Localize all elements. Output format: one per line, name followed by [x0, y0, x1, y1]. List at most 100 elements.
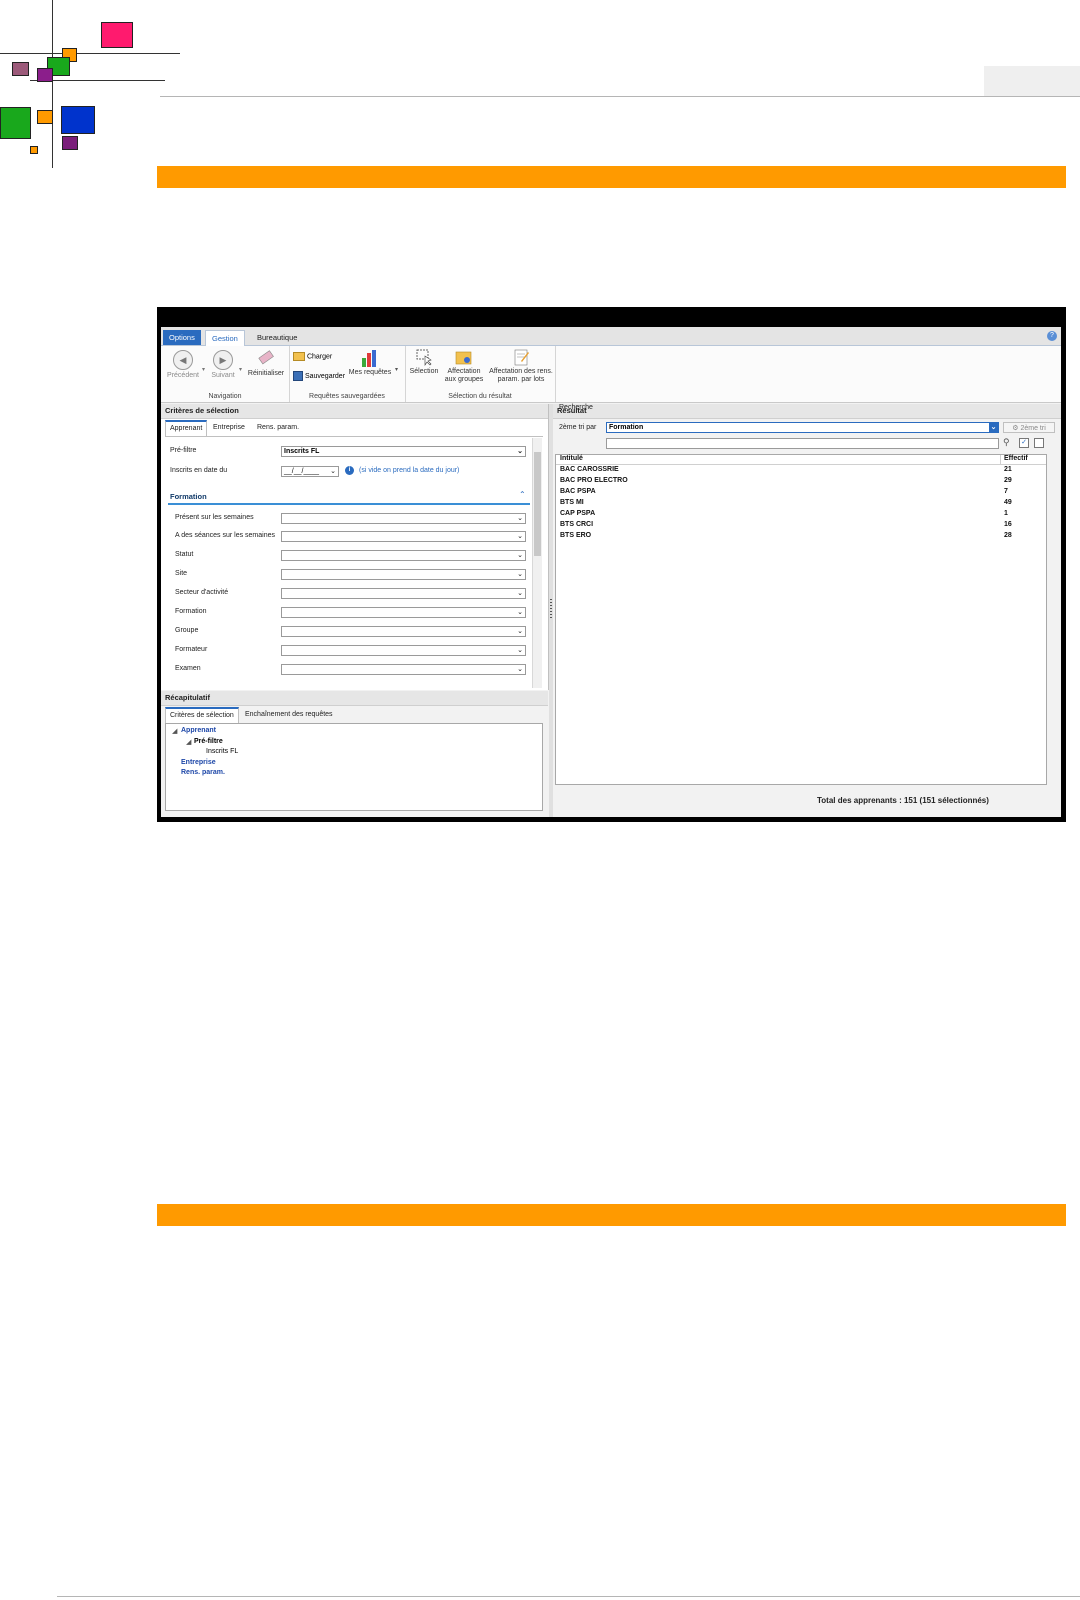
- app-screenshot-frame: Options Gestion Bureautique ? ◀ Précéden…: [157, 307, 1066, 822]
- mes-requetes-dropdown-icon[interactable]: ▾: [395, 366, 398, 373]
- tab-criteres-selection[interactable]: Critères de sélection: [165, 707, 239, 723]
- result-row-count[interactable]: 21: [1004, 466, 1012, 473]
- result-row-name[interactable]: BTS ERO: [560, 532, 591, 539]
- result-grid: Intitulé Effectif BAC CAROSSRIE 21 BAC PRO…: [555, 454, 1047, 785]
- gear-icon: ⚙: [1012, 425, 1019, 432]
- criteria-select[interactable]: ⌄: [281, 531, 526, 542]
- col-intitule[interactable]: Intitulé: [560, 455, 583, 462]
- header-gray-box: [984, 66, 1080, 96]
- criteria-select[interactable]: ⌄: [281, 550, 526, 561]
- prefiltre-select[interactable]: Inscrits FL ⌄: [281, 446, 526, 457]
- mes-requetes-button[interactable]: Mes requêtes: [347, 349, 393, 377]
- selection-button[interactable]: Sélection: [407, 348, 441, 376]
- selection-cursor-icon: [414, 348, 434, 366]
- help-icon[interactable]: ?: [1047, 331, 1057, 341]
- affectation-rens-button[interactable]: Affectation des rens. param. par lots: [487, 348, 555, 384]
- tab-bureautique[interactable]: Bureautique: [251, 330, 303, 345]
- logo-square-orange: [37, 110, 53, 124]
- criteria-select[interactable]: ⌄: [281, 569, 526, 580]
- check-all-icon[interactable]: ✓: [1019, 438, 1029, 448]
- footer-rule: [57, 1596, 1080, 1597]
- criteria-label: Examen: [175, 665, 201, 672]
- collapse-icon[interactable]: ⌃: [519, 490, 526, 499]
- chevron-down-icon: ⌄: [517, 571, 523, 578]
- date-picker[interactable]: __/__/____ ⌄: [281, 466, 339, 477]
- chevron-down-icon: ⌄: [517, 609, 523, 616]
- resultat-title: Résultat: [553, 404, 1061, 419]
- criteres-scrollbar[interactable]: [532, 438, 542, 688]
- logo-square-blue: [61, 106, 95, 134]
- uncheck-all-icon[interactable]: [1034, 438, 1044, 448]
- tab-options[interactable]: Options: [163, 330, 201, 345]
- tab-entreprise[interactable]: Entreprise: [209, 421, 249, 435]
- result-row-count[interactable]: 49: [1004, 499, 1012, 506]
- charger-label: Charger: [306, 353, 333, 361]
- date-hint: (si vide on prend la date du jour): [359, 467, 460, 474]
- criteria-select[interactable]: ⌄: [281, 626, 526, 637]
- tree-rens-param[interactable]: Rens. param.: [181, 769, 225, 776]
- tree-expand-icon[interactable]: ◢: [172, 727, 177, 735]
- ribbon-body: ◀ Précédent ▾ ▶ Suivant ▾ Réinitialiser …: [161, 346, 1061, 403]
- eraser-icon: [256, 350, 276, 368]
- charger-button[interactable]: Charger: [293, 352, 332, 361]
- affect-rens-line2: param. par lots: [497, 376, 545, 383]
- result-row-name[interactable]: BAC PRO ELECTRO: [560, 477, 628, 484]
- precedent-button[interactable]: ◀ Précédent: [165, 350, 201, 380]
- result-row-count[interactable]: 29: [1004, 477, 1012, 484]
- tab-enchainement[interactable]: Enchaînement des requêtes: [241, 708, 337, 722]
- navigation-group-label: Navigation: [208, 393, 242, 400]
- result-row-count[interactable]: 7: [1004, 488, 1008, 495]
- criteria-select[interactable]: ⌄: [281, 607, 526, 618]
- formation-section-title: Formation: [170, 492, 207, 501]
- selection-group-label: Sélection du résultat: [448, 393, 512, 400]
- ribbon-group-selection: Sélection Affectation aux groupes Affect…: [405, 346, 556, 402]
- col-effectif[interactable]: Effectif: [1004, 455, 1028, 462]
- criteria-label: A des séances sur les semaines: [175, 532, 275, 539]
- result-row-name[interactable]: CAP PSPA: [560, 510, 595, 517]
- reinitialiser-label: Réinitialiser: [247, 370, 285, 377]
- result-row-name[interactable]: BAC CAROSSRIE: [560, 466, 619, 473]
- criteria-select[interactable]: ⌄: [281, 588, 526, 599]
- chevron-down-icon: ⌄: [517, 515, 523, 522]
- tab-apprenant[interactable]: Apprenant: [165, 420, 208, 436]
- tree-entreprise[interactable]: Entreprise: [181, 759, 216, 766]
- chevron-down-icon: ⌄: [517, 448, 523, 455]
- tree-prefiltre[interactable]: Pré-filtre: [194, 738, 223, 745]
- criteria-select[interactable]: ⌄: [281, 513, 526, 524]
- tree-inscrits[interactable]: Inscrits FL: [206, 748, 238, 755]
- date-value: __/__/____: [284, 468, 320, 475]
- reinitialiser-button[interactable]: Réinitialiser: [245, 350, 287, 378]
- suivant-button[interactable]: ▶ Suivant: [208, 350, 238, 380]
- result-row-count[interactable]: 16: [1004, 521, 1012, 528]
- tree-expand-icon[interactable]: ◢: [186, 738, 191, 746]
- search-icon[interactable]: ⚲: [1003, 437, 1010, 448]
- tree-apprenant[interactable]: Apprenant: [181, 727, 216, 734]
- inscrits-label: Inscrits en date du: [170, 467, 228, 474]
- recap-panel: Récapitulatif Critères de sélection Ench…: [161, 691, 548, 817]
- second-sort-button[interactable]: ⚙ 2ème tri: [1003, 422, 1055, 433]
- scrollbar-thumb[interactable]: [534, 452, 541, 556]
- criteres-panel: Critères de sélection Apprenant Entrepri…: [161, 404, 549, 690]
- precedent-dropdown-icon[interactable]: ▾: [202, 366, 205, 373]
- affectation-groupes-button[interactable]: Affectation aux groupes: [443, 348, 485, 384]
- tri-select[interactable]: Formation ⌄: [606, 422, 999, 433]
- criteria-label: Statut: [175, 551, 194, 558]
- resultat-panel: Résultat 2ème tri par Formation ⌄ ⚙ 2ème…: [553, 404, 1061, 817]
- tab-gestion[interactable]: Gestion: [205, 330, 245, 346]
- edit-document-icon: [511, 348, 531, 366]
- criteres-tabs: Apprenant Entreprise Rens. param.: [165, 420, 543, 437]
- result-row-count[interactable]: 1: [1004, 510, 1008, 517]
- result-row-name[interactable]: BTS CRCI: [560, 521, 593, 528]
- prefiltre-label: Pré-filtre: [170, 447, 197, 454]
- result-row-name[interactable]: BAC PSPA: [560, 488, 596, 495]
- criteria-select[interactable]: ⌄: [281, 664, 526, 675]
- tab-rens-param[interactable]: Rens. param.: [253, 421, 303, 435]
- sauvegarder-button[interactable]: Sauvegarder: [293, 371, 345, 381]
- suivant-dropdown-icon[interactable]: ▾: [239, 366, 242, 373]
- result-row-count[interactable]: 28: [1004, 532, 1012, 539]
- criteria-select[interactable]: ⌄: [281, 645, 526, 656]
- splitter-grip: [550, 599, 552, 619]
- chevron-down-icon: ⌄: [517, 552, 523, 559]
- result-row-name[interactable]: BTS MI: [560, 499, 584, 506]
- recherche-input[interactable]: [606, 438, 999, 449]
